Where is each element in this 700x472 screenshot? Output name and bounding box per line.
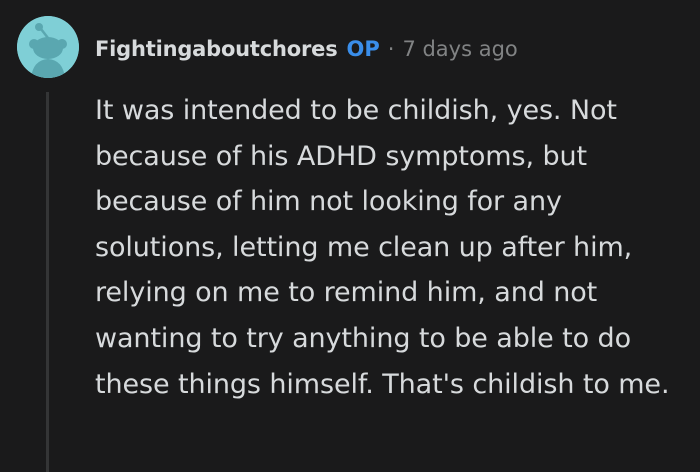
op-badge: OP <box>346 37 380 61</box>
comment-timestamp[interactable]: 7 days ago <box>402 37 517 61</box>
comment-body: It was intended to be childish, yes. Not… <box>95 95 670 400</box>
user-avatar[interactable] <box>17 16 79 78</box>
separator-dot: · <box>387 37 395 61</box>
comment-card: Fightingaboutchores OP · 7 days ago It w… <box>0 0 700 472</box>
thread-collapse-line[interactable] <box>46 92 49 472</box>
username-link[interactable]: Fightingaboutchores <box>95 37 338 61</box>
comment-header: Fightingaboutchores OP · 7 days ago <box>95 32 518 66</box>
snoo-avatar-icon <box>17 16 79 78</box>
